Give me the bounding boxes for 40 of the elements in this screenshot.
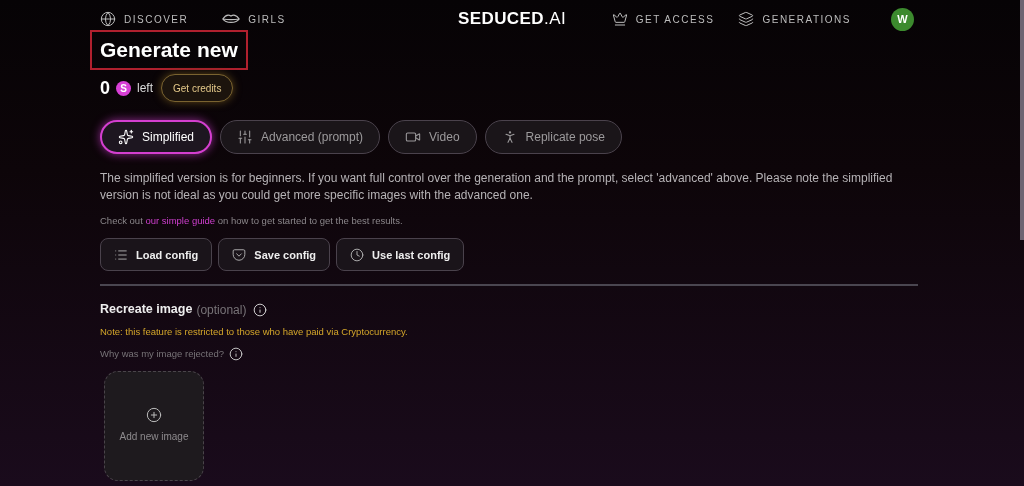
list-icon [114, 247, 128, 262]
globe-icon [100, 11, 116, 27]
crown-icon [611, 11, 628, 27]
layers-icon [738, 11, 755, 27]
nav-link[interactable]: GENERATIONS [738, 11, 851, 27]
get-credits-button[interactable]: Get credits [161, 74, 234, 102]
nav-link[interactable]: DISCOVER [100, 11, 189, 27]
page-title: Generate new [100, 37, 238, 63]
optional-label: (optional) [196, 301, 247, 319]
section-title: Recreate image [100, 301, 193, 319]
coin-badge: S [116, 80, 131, 96]
config-button[interactable]: Use last config [336, 238, 465, 272]
credits-label: left [137, 80, 154, 97]
sparkles-icon [118, 129, 134, 145]
sliders-icon [237, 129, 254, 145]
info-icon[interactable] [229, 347, 244, 362]
nav-link[interactable]: GET ACCESS [611, 11, 715, 27]
mode-tab[interactable]: Video [388, 120, 477, 154]
logo[interactable]: SEDUCED.AI [457, 6, 567, 32]
config-button[interactable]: Load config [100, 238, 213, 272]
pocket-icon [232, 247, 247, 262]
nav-link[interactable]: GIRLS [222, 11, 286, 27]
lips-icon [222, 13, 241, 25]
add-image-button[interactable]: Add new image [104, 370, 204, 481]
mode-tab[interactable]: Advanced (prompt) [220, 120, 381, 154]
description-text: The simplified version is for beginners. If you want full control over the generation and the prompt, select 'advanced' above. Please note the simplified version is not ideal as you could get more specific images with the advanced one. [100, 170, 894, 204]
user-avatar[interactable]: W [891, 7, 914, 31]
plus-icon [146, 407, 162, 423]
guide-text: Check out our simple guide on how to get started to get the best results. [100, 214, 404, 228]
scrollbar-thumb[interactable] [1020, 0, 1024, 240]
video-icon [405, 129, 422, 145]
restriction-note: Note: this feature is restricted to those who have paid via Cryptocurrency. [100, 325, 409, 339]
clock-icon [350, 247, 365, 262]
credit-count: 0 [100, 76, 110, 100]
guide-link[interactable]: our simple guide [145, 215, 216, 226]
rejected-help-text: Why was my image rejected? [100, 347, 225, 362]
mode-tab[interactable]: Replicate pose [484, 120, 622, 154]
mode-tab[interactable]: Simplified [100, 120, 213, 154]
config-button[interactable]: Save config [218, 238, 331, 272]
info-icon[interactable] [253, 302, 268, 317]
